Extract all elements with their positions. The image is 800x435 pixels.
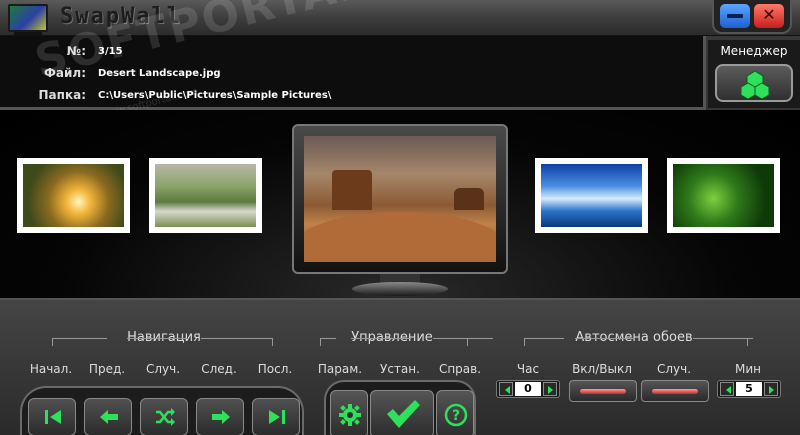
folder-row: Папка: C:\Users\Public\Pictures\Sample P… — [0, 88, 700, 108]
monitor-base — [352, 282, 448, 296]
thumbnail-autumn[interactable] — [17, 158, 130, 233]
manager-icon — [740, 70, 770, 99]
autochange-toggle-button[interactable] — [569, 380, 637, 402]
app-monitor-icon — [8, 4, 48, 36]
nav-label-last: Посл. — [257, 362, 293, 376]
info-panel: №: 3/15 Файл: Desert Landscape.jpg Папка… — [0, 0, 706, 121]
arrow-left-icon — [100, 410, 118, 424]
window-controls: ✕ — [712, 0, 792, 34]
title-bar[interactable]: SwapWall ✕ — [0, 0, 800, 36]
nav-label-next: След. — [201, 362, 237, 376]
manager-label: Менеджер — [720, 44, 788, 58]
folder-value: C:\Users\Public\Pictures\Sample Pictures… — [98, 90, 332, 101]
params-button[interactable] — [330, 390, 368, 435]
min-spinner[interactable]: 5 — [717, 380, 781, 398]
management-title: Управление — [338, 330, 493, 345]
navigation-panel — [20, 386, 304, 435]
mgmt-bracket-left — [320, 338, 336, 346]
autochange-random-button[interactable] — [641, 380, 709, 402]
random-button[interactable] — [140, 398, 188, 435]
nav-label-prev: Пред. — [88, 362, 126, 376]
thumbnail-flowers[interactable] — [667, 158, 780, 233]
hour-decrease-button[interactable] — [499, 382, 513, 396]
skip-first-icon — [45, 410, 61, 424]
app-title: SwapWall — [60, 4, 182, 29]
mgmt-label-set: Устан. — [380, 362, 420, 376]
arrow-right-icon — [212, 410, 230, 424]
thumbnail-ocean[interactable] — [535, 158, 648, 233]
number-label: №: — [66, 44, 86, 58]
min-label: Мин — [735, 362, 761, 376]
monitor-preview — [292, 124, 508, 274]
mgmt-label-params: Парам. — [317, 362, 363, 376]
svg-text:?: ? — [452, 408, 460, 424]
number-value: 3/15 — [98, 46, 123, 57]
file-value: Desert Landscape.jpg — [98, 68, 221, 79]
number-row: №: 3/15 — [0, 44, 700, 64]
nav-bracket-left — [52, 338, 107, 346]
folder-label: Папка: — [38, 88, 86, 102]
help-button[interactable]: ? — [436, 390, 474, 435]
auto-bracket-left — [524, 338, 564, 346]
toggle-label: Вкл/Выкл — [572, 362, 632, 376]
last-button[interactable] — [252, 398, 300, 435]
close-button[interactable]: ✕ — [754, 4, 784, 28]
gear-icon — [339, 404, 361, 426]
wallpaper-gallery — [0, 110, 800, 298]
preview-image — [304, 136, 496, 262]
swapwall-window: SwapWall ✕ №: 3/15 Файл: Desert Landscap… — [0, 0, 800, 435]
min-increase-button[interactable] — [764, 382, 778, 396]
manager-button[interactable] — [715, 64, 793, 102]
mgmt-label-help: Справ. — [438, 362, 482, 376]
minimize-button[interactable] — [720, 4, 750, 28]
min-value[interactable]: 5 — [736, 382, 762, 396]
controls-panel: Навигация Начал. Пред. Случ. След. Посл. — [0, 298, 800, 435]
nav-label-random: Случ. — [145, 362, 181, 376]
random-label: Случ. — [656, 362, 692, 376]
help-icon: ? — [444, 403, 468, 427]
hour-value[interactable]: 0 — [515, 382, 541, 396]
file-row: Файл: Desert Landscape.jpg — [0, 66, 700, 86]
autochange-title: Автосмена обоев — [566, 330, 753, 345]
navigation-title: Навигация — [112, 330, 261, 345]
hour-spinner[interactable]: 0 — [496, 380, 560, 398]
hour-label: Час — [516, 362, 540, 376]
manager-section: Менеджер — [708, 40, 800, 108]
first-button[interactable] — [28, 398, 76, 435]
thumbnail-stream[interactable] — [149, 158, 262, 233]
checkmark-icon — [387, 400, 420, 428]
next-button[interactable] — [196, 398, 244, 435]
nav-label-first: Начал. — [29, 362, 73, 376]
hour-increase-button[interactable] — [543, 382, 557, 396]
file-label: Файл: — [44, 66, 86, 80]
min-decrease-button[interactable] — [720, 382, 734, 396]
shuffle-icon — [156, 408, 175, 426]
prev-button[interactable] — [84, 398, 132, 435]
management-panel: ? — [324, 380, 476, 435]
set-wallpaper-button[interactable] — [370, 390, 434, 435]
skip-last-icon — [269, 410, 285, 424]
